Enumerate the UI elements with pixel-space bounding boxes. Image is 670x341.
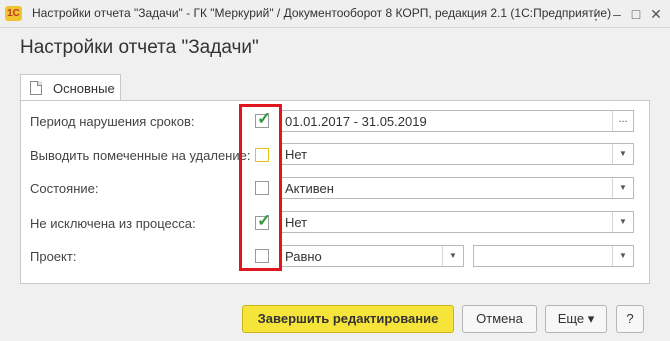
dropdown-arrow-icon[interactable]: ▼ <box>612 178 633 198</box>
maximize-icon[interactable]: □ <box>626 4 646 24</box>
finish-editing-button[interactable]: Завершить редактирование <box>242 305 454 333</box>
form-title: Настройки отчета "Задачи" <box>20 37 259 58</box>
project-condition-field[interactable]: Равно ▼ <box>281 245 464 267</box>
state-field[interactable]: Активен ▼ <box>281 177 634 199</box>
period-value: 01.01.2017 - 31.05.2019 <box>285 114 427 129</box>
state-value: Активен <box>285 181 334 196</box>
window-titlebar: 1С Настройки отчета "Задачи" - ГК "Мерку… <box>0 0 670 28</box>
tab-label: Основные <box>53 81 115 96</box>
help-button[interactable]: ? <box>616 305 644 333</box>
minimize-icon[interactable]: – <box>607 4 627 24</box>
state-label: Состояние: <box>30 181 99 196</box>
project-label: Проект: <box>30 249 77 264</box>
more-button-label: Еще <box>557 311 585 326</box>
dropdown-arrow-icon[interactable]: ▼ <box>442 246 463 266</box>
deleted-value: Нет <box>285 147 308 162</box>
more-icon[interactable]: ⋮ <box>586 4 606 24</box>
1c-logo-icon: 1С <box>5 6 22 21</box>
project-condition-value: Равно <box>285 249 322 264</box>
cancel-button[interactable]: Отмена <box>462 305 537 333</box>
process-field[interactable]: Нет ▼ <box>281 211 634 233</box>
choice-button-icon[interactable]: ... <box>612 111 633 131</box>
more-button[interactable]: Еще ▾ <box>545 305 607 333</box>
period-label: Период нарушения сроков: <box>30 114 195 129</box>
document-icon <box>30 81 42 95</box>
process-value: Нет <box>285 215 308 230</box>
deleted-label: Выводить помеченные на удаление: <box>30 148 251 163</box>
dropdown-arrow-icon[interactable]: ▼ <box>612 144 633 164</box>
deleted-field[interactable]: Нет ▼ <box>281 143 634 165</box>
dropdown-arrow-icon[interactable]: ▼ <box>612 212 633 232</box>
close-icon[interactable]: ✕ <box>646 4 666 24</box>
project-value-field[interactable]: ▼ <box>473 245 634 267</box>
chevron-down-icon: ▾ <box>587 311 595 326</box>
process-label: Не исключена из процесса: <box>30 216 196 231</box>
highlight-frame <box>239 104 282 271</box>
period-field[interactable]: 01.01.2017 - 31.05.2019 ... <box>281 110 634 132</box>
tab-main[interactable]: Основные <box>20 74 121 101</box>
dropdown-arrow-icon[interactable]: ▼ <box>612 246 633 266</box>
window-title: Настройки отчета "Задачи" - ГК "Меркурий… <box>32 6 612 20</box>
